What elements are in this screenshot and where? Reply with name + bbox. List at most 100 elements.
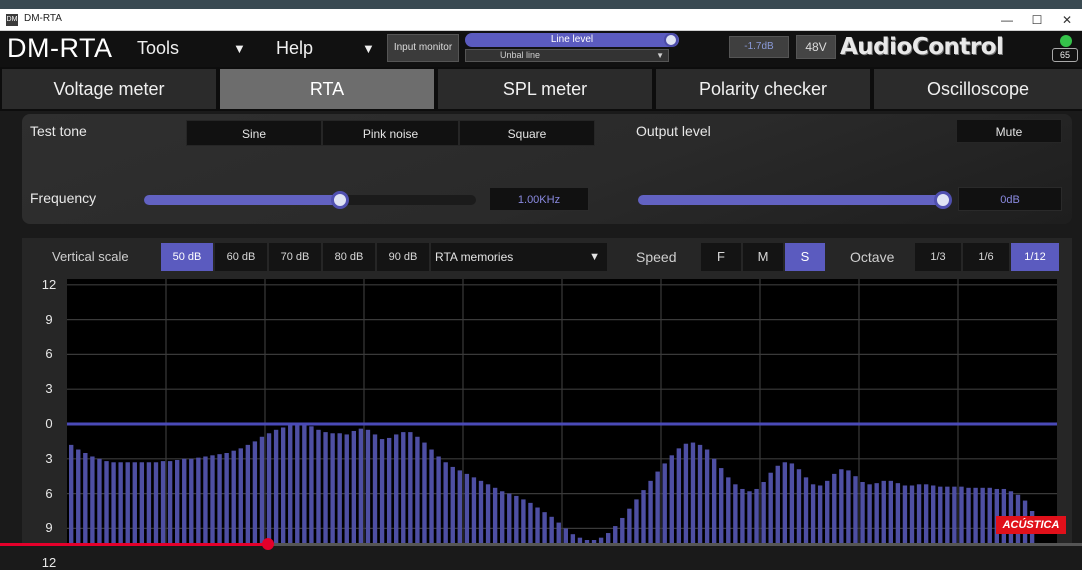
rta-bar [846,470,851,546]
frequency-slider[interactable] [144,191,476,209]
rta-bar [754,488,759,546]
test-tone-label: Test tone [30,123,87,139]
octave-sixth-button[interactable]: 1/6 [963,243,1009,271]
rta-bar [83,453,88,546]
rta-bar [500,491,505,546]
rta-bar [931,485,936,546]
battery-level: 65 [1052,48,1078,62]
progress-knob[interactable] [262,538,274,550]
maximize-button[interactable]: ☐ [1022,10,1052,30]
gain-readout: -1.7dB [729,36,789,58]
channel-watermark: ACÚSTICA [996,516,1066,534]
speed-f-button[interactable]: F [701,243,741,271]
rta-bar [528,502,533,546]
rta-bar [916,484,922,546]
rta-bar [627,508,632,546]
rta-bar [174,459,180,546]
menu-help[interactable]: Help ▼ [276,38,376,59]
rta-bar [747,491,752,546]
rta-bar [810,484,816,546]
rta-bar [945,486,950,546]
rta-bar [196,457,201,546]
sine-button[interactable]: Sine [186,120,322,146]
rta-bar [330,433,335,546]
rta-bar [160,461,166,546]
rta-bar [909,485,915,546]
rta-bar [817,485,823,546]
slider-knob[interactable] [330,191,349,209]
rta-bar [464,473,470,546]
rta-bar [401,432,406,546]
rta-bar [415,436,420,546]
rta-bar [959,486,964,546]
slider-knob[interactable] [934,191,952,209]
rta-bar [690,442,696,546]
rta-bar [97,458,102,546]
rta-bar [372,434,378,546]
slider-fill [144,195,340,205]
square-button[interactable]: Square [459,120,595,146]
slider-knob[interactable] [664,33,678,47]
rta-bar [839,469,844,546]
speed-s-button[interactable]: S [785,243,825,271]
rta-bar [711,458,717,546]
tab-spl-meter[interactable]: SPL meter [438,69,652,109]
rta-bar [648,480,653,546]
rta-bar [111,462,116,546]
rta-bar [245,444,251,546]
octave-label: Octave [850,249,895,265]
line-level-slider[interactable]: Line level [465,33,679,47]
rta-bar [655,471,660,546]
frequency-value[interactable]: 1.00KHz [489,187,589,211]
rta-bar [203,456,208,546]
rta-memories-label: RTA memories [435,250,514,264]
video-top-strip [0,0,1082,9]
rta-bar [104,461,109,546]
minimize-button[interactable]: — [992,10,1022,30]
speed-m-button[interactable]: M [743,243,783,271]
menu-tools[interactable]: Tools ▼ [137,38,247,59]
rta-bar [478,480,484,546]
tab-oscilloscope[interactable]: Oscilloscope [874,69,1082,109]
rta-memories-select[interactable]: RTA memories ▼ [431,243,607,271]
input-type-select[interactable]: Unbal line ▼ [465,49,669,62]
output-level-value[interactable]: 0dB [958,187,1062,211]
rta-bar [952,486,957,546]
close-button[interactable]: ✕ [1052,10,1082,30]
speed-label: Speed [636,249,677,265]
rta-bar [980,487,985,546]
tab-voltage-meter[interactable]: Voltage meter [2,69,216,109]
tab-rta[interactable]: RTA [220,69,434,109]
rta-bar [231,450,236,546]
rta-bar [139,462,145,546]
octave-third-button[interactable]: 1/3 [915,243,961,271]
rta-bar [153,462,159,546]
mute-button[interactable]: Mute [956,119,1062,143]
rta-bar [902,485,908,546]
tab-polarity-checker[interactable]: Polarity checker [656,69,870,109]
slider-fill [638,195,943,205]
rta-bar [662,463,667,546]
scale-70db-button[interactable]: 70 dB [269,243,321,271]
rta-bar [210,455,215,546]
scale-60db-button[interactable]: 60 dB [215,243,267,271]
scale-80db-button[interactable]: 80 dB [323,243,375,271]
rta-bar [697,444,703,546]
rta-bar [408,432,413,546]
rta-bar [514,495,519,546]
scale-90db-button[interactable]: 90 dB [377,243,429,271]
y-tick-label: 6 [45,485,53,501]
input-type-value: Unbal line [500,50,541,60]
chevron-down-icon: ▼ [233,41,246,56]
phantom-power-button[interactable]: 48V [796,35,836,59]
rta-bar [867,484,872,546]
rta-bar [966,487,971,546]
output-level-slider[interactable] [638,191,952,209]
scale-50db-button[interactable]: 50 dB [161,243,213,271]
octave-twelfth-button[interactable]: 1/12 [1011,243,1059,271]
window-title: DM-RTA [24,13,62,24]
pink-noise-button[interactable]: Pink noise [322,120,459,146]
rta-bar [825,480,830,546]
rta-bar [280,427,286,546]
input-monitor-button[interactable]: Input monitor [387,34,459,62]
